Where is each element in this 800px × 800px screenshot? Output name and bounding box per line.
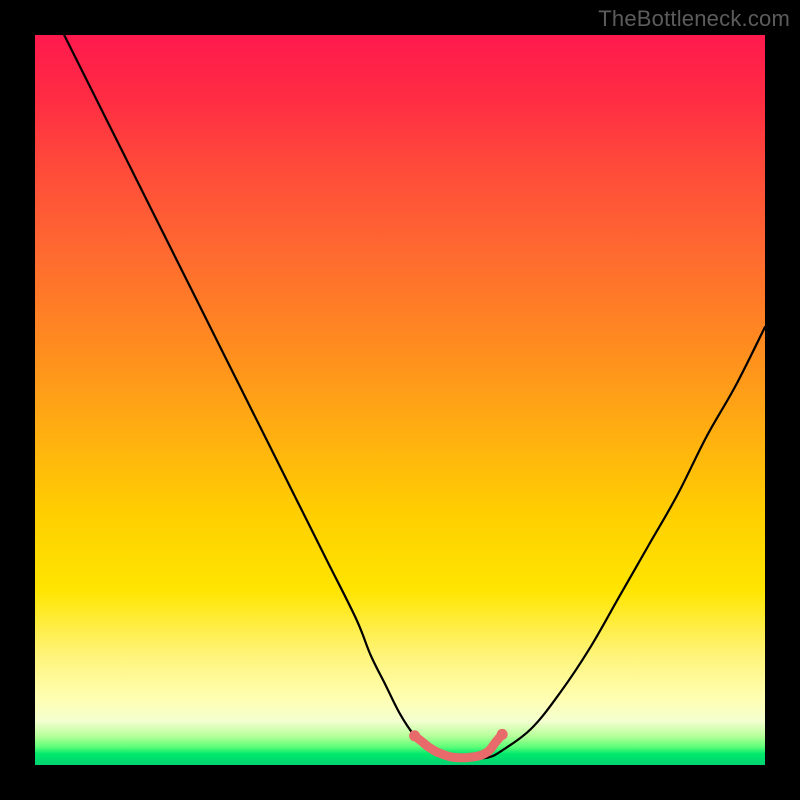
- plot-area: [35, 35, 765, 765]
- optimal-zone-left-dot: [409, 730, 420, 741]
- watermark-text: TheBottleneck.com: [598, 6, 790, 32]
- chart-svg: [35, 35, 765, 765]
- series-bottleneck-curve: [64, 35, 765, 758]
- optimal-zone-path: [415, 734, 503, 757]
- bottleneck-curve-path: [64, 35, 765, 758]
- chart-frame: TheBottleneck.com: [0, 0, 800, 800]
- optimal-zone-right-dot: [497, 729, 508, 740]
- series-optimal-zone: [409, 729, 508, 758]
